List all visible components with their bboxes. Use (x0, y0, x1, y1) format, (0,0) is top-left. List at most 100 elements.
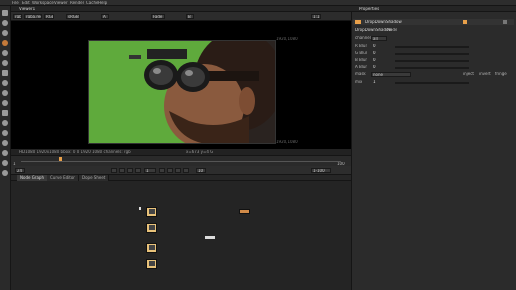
bbox-top-right-label: 1920,1080 (276, 37, 298, 41)
property-value[interactable]: 0 (373, 65, 376, 69)
properties-node-header: DropDownShadow (353, 19, 514, 25)
colorspace-dropdown[interactable]: RGB (44, 14, 54, 19)
property-r-blur: R Blur 0 (355, 44, 515, 49)
property-value[interactable]: 0 (373, 51, 376, 55)
properties-subtabs: DropDownShadow Node (353, 27, 514, 33)
menu-cache[interactable]: Cache (86, 1, 98, 5)
node-name-field[interactable]: DropDownShadow (365, 20, 402, 24)
increment-field[interactable]: 10 (196, 168, 206, 173)
property-value[interactable]: 1 (373, 80, 376, 84)
property-channels: channels all (355, 36, 515, 41)
menu-help[interactable]: Help (98, 1, 107, 5)
viewer-pixel-info: x=673 y=4 G (186, 150, 214, 154)
prev-keyframe-icon[interactable] (119, 168, 125, 173)
step-forward-icon[interactable] (167, 168, 173, 173)
frame-range-field[interactable]: 1-100 (311, 168, 331, 173)
metadata-tool-icon[interactable] (2, 120, 8, 126)
merge-tool-icon[interactable] (2, 80, 8, 86)
furnace-tool-icon[interactable] (2, 140, 8, 146)
bbox-bottom-label: 1920,1080 (276, 140, 298, 144)
menu-edit[interactable]: Edit (22, 1, 30, 5)
read-node-2[interactable] (146, 223, 157, 233)
read-node-3[interactable] (146, 243, 157, 253)
channel-select-dropdown[interactable]: rgba.red (24, 14, 42, 19)
mask-invert-checkbox[interactable]: invert (479, 72, 491, 76)
property-label: mix (355, 80, 363, 84)
wipe-mode-dropdown[interactable]: Fade (151, 14, 165, 19)
menu-file[interactable]: File (12, 1, 19, 5)
property-g-blur: G Blur 0 (355, 51, 515, 56)
mask-select[interactable]: none (371, 72, 411, 77)
read-node-4[interactable] (146, 259, 157, 269)
viewer-tab[interactable]: Viewer1 (19, 7, 35, 11)
node-color-icon[interactable] (355, 20, 361, 24)
image-tool-icon[interactable] (2, 10, 8, 16)
property-label: mask (355, 72, 366, 76)
timeline[interactable]: 1 100 (11, 155, 351, 166)
viewer-node[interactable] (205, 236, 215, 239)
3d-tool-icon[interactable] (2, 100, 8, 106)
play-backward-icon[interactable] (135, 168, 141, 173)
node-help-icon[interactable] (463, 20, 467, 24)
g-blur-slider[interactable] (395, 53, 469, 55)
views-tool-icon[interactable] (2, 110, 8, 116)
cursor-icon (139, 207, 141, 210)
property-a-blur: A Blur 0 (355, 65, 515, 70)
b-blur-slider[interactable] (395, 60, 469, 62)
time-tool-icon[interactable] (2, 30, 8, 36)
playback-controls: 24 1 10 1-100 (11, 166, 351, 175)
close-panel-icon[interactable] (503, 20, 507, 24)
transform-tool-icon[interactable] (2, 90, 8, 96)
property-mask: mask none inject invert fringe (355, 72, 515, 77)
next-keyframe-icon[interactable] (175, 168, 181, 173)
current-frame-field[interactable]: 1 (144, 168, 156, 173)
channels-dropdown[interactable]: rgba (13, 14, 22, 19)
property-label: A Blur (355, 65, 368, 69)
menu-workspace[interactable]: Workspace (32, 1, 54, 5)
drop-shadow-node[interactable] (239, 209, 250, 214)
properties-tab-bar: Properties (351, 6, 516, 12)
menu-render[interactable]: Render (70, 1, 84, 5)
property-label: R Blur (355, 44, 368, 48)
other-tool-icon[interactable] (2, 130, 8, 136)
tab-node[interactable]: Node (387, 28, 397, 32)
property-mix: mix 1 (355, 80, 515, 85)
properties-tab[interactable]: Properties (359, 7, 379, 11)
viewer-toolbar: rgba rgba.red RGB sRGB A Fade B 1:1 (11, 12, 351, 21)
ocula-tool-icon[interactable] (2, 150, 8, 156)
menu-viewer[interactable]: Viewer (54, 1, 68, 5)
fps-field[interactable]: 24 (15, 168, 25, 173)
step-back-icon[interactable] (127, 168, 133, 173)
lut-dropdown[interactable]: sRGB (66, 14, 80, 19)
property-b-blur: B Blur 0 (355, 58, 515, 63)
channel-tool-icon[interactable] (2, 40, 8, 46)
channels-select[interactable]: all (371, 36, 387, 41)
playhead-marker[interactable] (59, 157, 62, 161)
last-frame-icon[interactable] (183, 168, 189, 173)
mask-fringe-checkbox[interactable]: fringe (495, 72, 507, 76)
mask-inject-checkbox[interactable]: inject (463, 72, 474, 76)
property-value[interactable]: 0 (373, 58, 376, 62)
r-blur-slider[interactable] (395, 46, 469, 48)
first-frame-icon[interactable] (111, 168, 117, 173)
tool-sidebar (0, 6, 11, 290)
keyer-tool-icon[interactable] (2, 70, 8, 76)
read-node-1[interactable] (146, 207, 157, 217)
toolsets-tool-icon[interactable] (2, 160, 8, 166)
draw-tool-icon[interactable] (2, 20, 8, 26)
portrait-with-goggles (89, 41, 275, 143)
node-graph-canvas[interactable] (11, 181, 351, 290)
color-tool-icon[interactable] (2, 50, 8, 56)
green-screen-image (88, 40, 276, 144)
filter-tool-icon[interactable] (2, 60, 8, 66)
zoom-dropdown[interactable]: 1:1 (311, 14, 321, 19)
viewer-status-text: HD1080 1920x1080 bbox: 0 0 1920 1080 cha… (19, 150, 131, 154)
property-value[interactable]: 0 (373, 44, 376, 48)
property-label: G Blur (355, 51, 368, 55)
gizmo-tool-icon[interactable] (2, 170, 8, 176)
input-a-dropdown[interactable]: A (101, 14, 109, 19)
input-b-dropdown[interactable]: B (186, 14, 194, 19)
play-forward-icon[interactable] (159, 168, 165, 173)
mix-slider[interactable] (395, 82, 469, 84)
a-blur-slider[interactable] (395, 67, 469, 69)
